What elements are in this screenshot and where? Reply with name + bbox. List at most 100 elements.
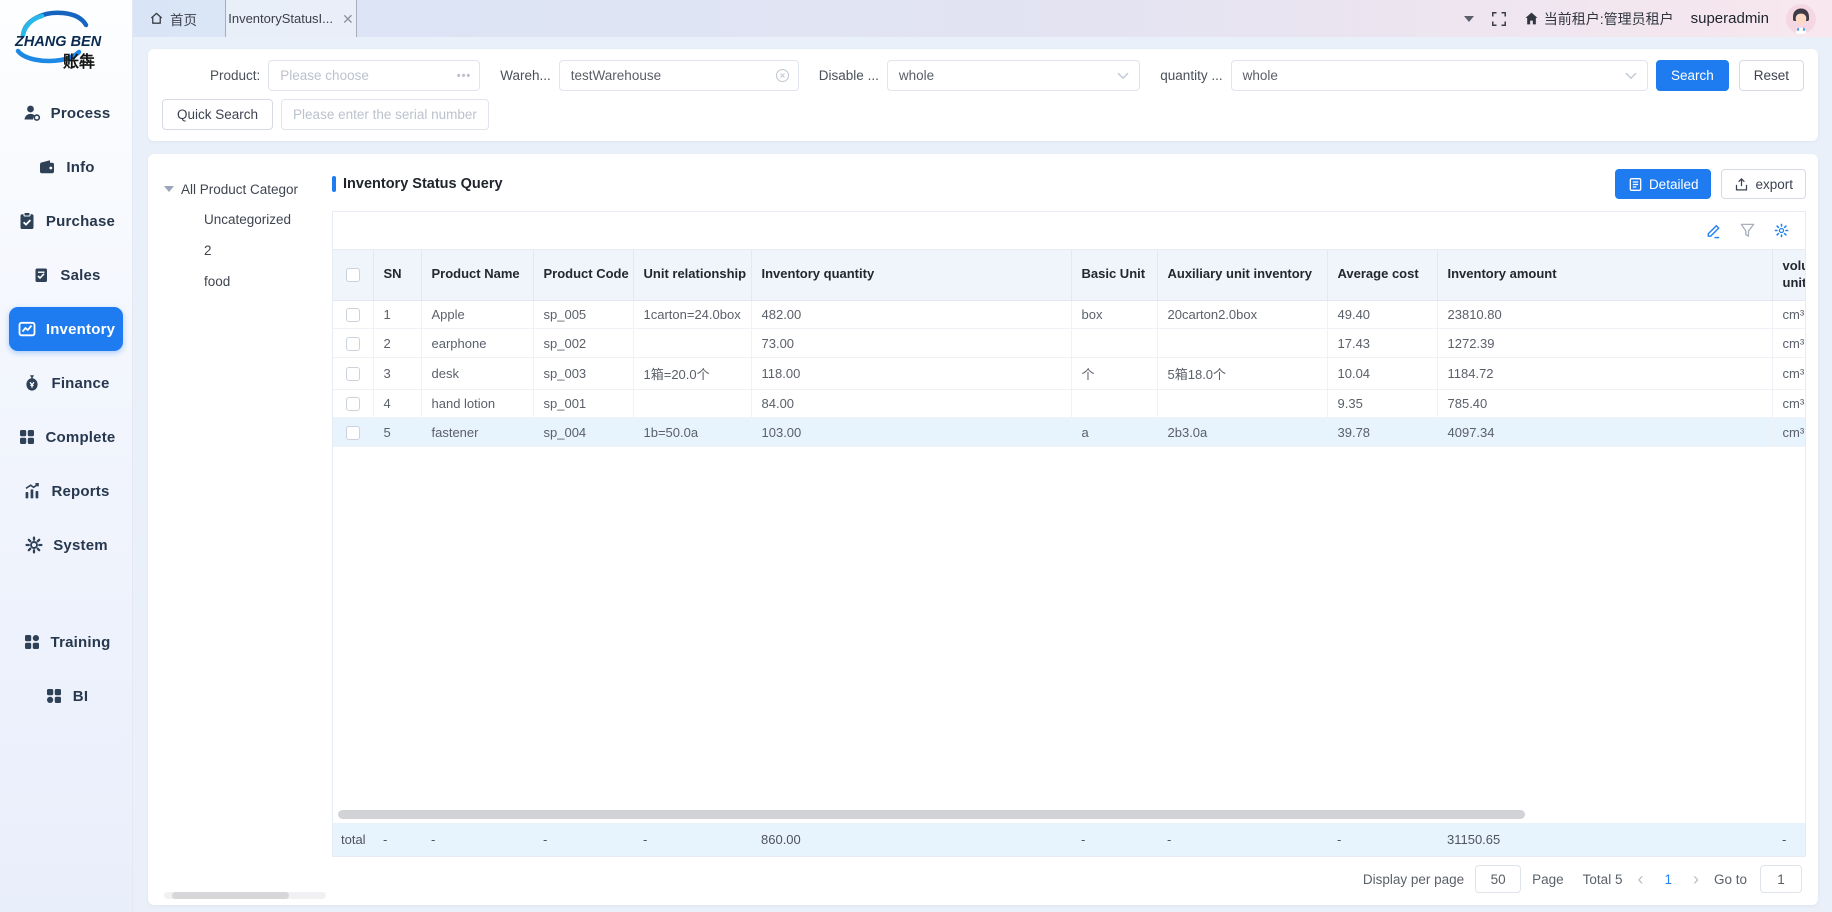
table-row[interactable]: 1Applesp_0051carton=24.0box482.00box20ca… <box>333 300 1806 329</box>
row-checkbox-cell <box>333 300 373 329</box>
sidebar-item-training[interactable]: Training <box>9 620 123 664</box>
goto-page-input[interactable] <box>1760 865 1802 893</box>
table-cell: fastener <box>421 418 533 447</box>
tree-item-food[interactable]: food <box>164 266 326 297</box>
sidebar-menu: Process Info Purchase Sales Inventory Fi… <box>0 74 132 723</box>
table-cell: 1184.72 <box>1437 357 1772 389</box>
tenant-indicator[interactable]: 当前租户:管理员租户 <box>1524 9 1674 29</box>
sidebar-item-complete[interactable]: Complete <box>9 415 123 459</box>
tab-inventory-status[interactable]: InventoryStatusI... ✕ <box>225 0 357 37</box>
table-cell: 17.43 <box>1327 329 1437 358</box>
table-row[interactable]: 4hand lotionsp_00184.009.35785.40cm³ <box>333 389 1806 418</box>
sidebar-item-bi[interactable]: BI <box>9 674 123 718</box>
table-cell: 73.00 <box>751 329 1071 358</box>
column-header[interactable]: Unit relationship <box>633 250 751 300</box>
filter-icon[interactable] <box>1739 222 1756 239</box>
column-header[interactable]: Inventory amount <box>1437 250 1772 300</box>
clear-icon[interactable] <box>775 68 790 83</box>
title-accent-bar <box>332 176 336 192</box>
tree-expand-icon[interactable] <box>164 186 174 192</box>
prev-page-icon[interactable]: ‹ <box>1635 870 1645 888</box>
tree-item-uncategorized[interactable]: Uncategorized <box>164 204 326 235</box>
quick-search-input[interactable] <box>281 99 489 130</box>
detailed-button[interactable]: Detailed <box>1615 169 1712 199</box>
sidebar-item-process[interactable]: Process <box>9 91 123 135</box>
sidebar-item-info[interactable]: Info <box>9 145 123 189</box>
sidebar-item-sales[interactable]: Sales <box>9 253 123 297</box>
avatar-icon <box>1786 4 1816 34</box>
more-options-icon[interactable]: ••• <box>457 70 472 82</box>
tab-close-icon[interactable]: ✕ <box>342 12 354 26</box>
tree-item-2[interactable]: 2 <box>164 235 326 266</box>
quantity-select[interactable]: whole <box>1231 60 1648 91</box>
table-cell: 2b3.0a <box>1157 418 1327 447</box>
column-header[interactable]: Auxiliary unit inventory <box>1157 250 1327 300</box>
edit-icon[interactable] <box>1705 222 1722 239</box>
sidebar-item-reports[interactable]: Reports <box>9 469 123 513</box>
total-value-cell: - <box>1772 823 1806 856</box>
next-page-icon[interactable]: › <box>1691 870 1701 888</box>
quantity-select-value: whole <box>1243 68 1278 83</box>
tree-root-label: All Product Categor <box>181 182 298 197</box>
row-checkbox-cell <box>333 329 373 358</box>
product-input[interactable] <box>268 60 480 91</box>
warehouse-input-wrap <box>559 60 799 91</box>
table-cell <box>1157 389 1327 418</box>
table-cell: 118.00 <box>751 357 1071 389</box>
sidebar-item-purchase[interactable]: Purchase <box>9 199 123 243</box>
section-actions: Detailed export <box>1615 169 1806 199</box>
pager: Total 5 ‹ 1 › Go to <box>1583 865 1802 893</box>
column-header[interactable]: Inventory quantity <box>751 250 1071 300</box>
table-horizontal-scrollbar[interactable] <box>336 810 1802 819</box>
row-checkbox[interactable] <box>346 337 360 351</box>
table-row[interactable]: 3desksp_0031箱=20.0个118.00个5箱18.0个10.0411… <box>333 357 1806 389</box>
column-header[interactable]: Product Code <box>533 250 633 300</box>
clipboard-note-icon <box>31 265 51 285</box>
table-cell: 个 <box>1071 357 1157 389</box>
row-checkbox[interactable] <box>346 367 360 381</box>
fullscreen-icon[interactable] <box>1491 11 1507 27</box>
sidebar-item-system[interactable]: System <box>9 523 123 567</box>
search-button[interactable]: Search <box>1656 60 1729 91</box>
warehouse-input[interactable] <box>559 60 799 91</box>
filter-panel: Product: ••• Wareh... Disable ... whole <box>148 49 1818 141</box>
avatar[interactable] <box>1786 4 1816 34</box>
row-checkbox-cell <box>333 418 373 447</box>
reset-button[interactable]: Reset <box>1739 60 1804 91</box>
table-row[interactable]: 2earphonesp_00273.0017.431272.39cm³ <box>333 329 1806 358</box>
content-area: Product: ••• Wareh... Disable ... whole <box>133 37 1832 912</box>
sidebar: ZHANG BEN 账犇 Process Info Purchase Sales… <box>0 0 133 912</box>
sidebar-item-finance[interactable]: Finance <box>9 361 123 405</box>
table-cell: 2 <box>373 329 421 358</box>
page-label: Page <box>1532 872 1564 887</box>
table-row[interactable]: 5fastenersp_0041b=50.0a103.00a2b3.0a39.7… <box>333 418 1806 447</box>
table-empty-space <box>333 447 1805 810</box>
sidebar-item-inventory[interactable]: Inventory <box>9 307 123 351</box>
column-header[interactable]: volume unit <box>1772 250 1806 300</box>
total-value-cell: - <box>1157 823 1327 856</box>
column-header[interactable]: Basic Unit <box>1071 250 1157 300</box>
disable-label: Disable ... <box>819 68 879 83</box>
table-cell: sp_005 <box>533 300 633 329</box>
tree-root-all-categories[interactable]: All Product Categor <box>164 174 326 204</box>
total-label-cell: total <box>333 823 373 856</box>
column-header[interactable]: Product Name <box>421 250 533 300</box>
column-header[interactable]: Average cost <box>1327 250 1437 300</box>
current-page[interactable]: 1 <box>1658 872 1678 887</box>
column-header[interactable]: SN <box>373 250 421 300</box>
select-all-checkbox[interactable] <box>346 268 360 282</box>
row-checkbox[interactable] <box>346 308 360 322</box>
disable-select[interactable]: whole <box>887 60 1140 91</box>
quick-search-button[interactable]: Quick Search <box>162 99 273 130</box>
table-cell: cm³ <box>1772 357 1806 389</box>
settings-icon[interactable] <box>1773 222 1790 239</box>
row-checkbox[interactable] <box>346 397 360 411</box>
sidebar-item-label: Reports <box>51 483 109 500</box>
username[interactable]: superadmin <box>1691 10 1769 27</box>
page-size-input[interactable] <box>1475 865 1521 893</box>
row-checkbox[interactable] <box>346 426 360 440</box>
home-tab[interactable]: 首页 <box>133 9 211 29</box>
export-button[interactable]: export <box>1721 169 1806 199</box>
tree-horizontal-scrollbar[interactable] <box>164 892 326 899</box>
chevron-down-icon[interactable] <box>1464 16 1474 22</box>
